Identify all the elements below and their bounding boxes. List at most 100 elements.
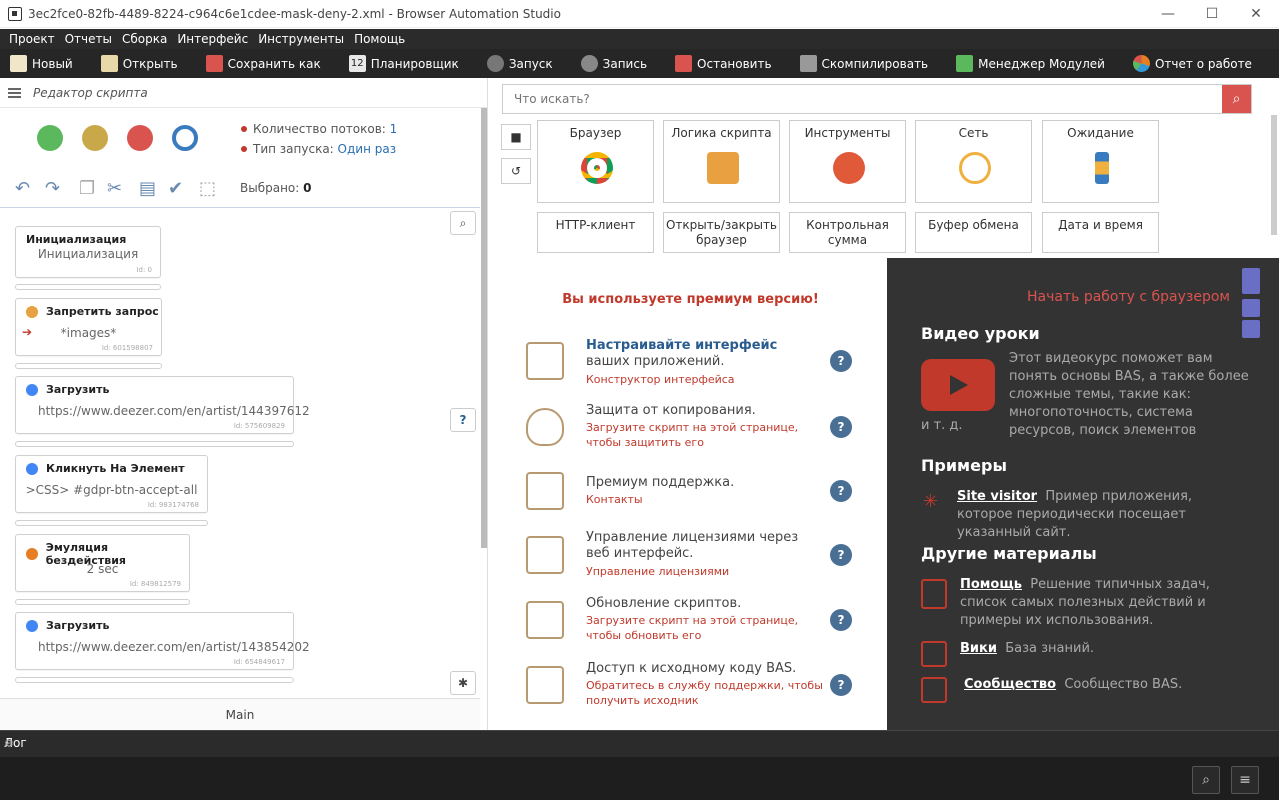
save-as-button[interactable]: Сохранить как <box>205 55 321 72</box>
undo-icon[interactable]: ↶ <box>15 178 30 199</box>
menu-build[interactable]: Сборка <box>122 32 167 46</box>
tile-browser[interactable]: Браузер <box>537 120 654 203</box>
search-icon[interactable]: ⌕ <box>1222 85 1251 113</box>
document-icon <box>921 579 947 609</box>
fullscreen-icon[interactable] <box>1242 299 1260 317</box>
tile-checksum[interactable]: Контрольная сумма <box>789 212 906 253</box>
action-block[interactable]: Запретить запрос ➔ *images* Id: 60159880… <box>15 298 162 356</box>
module-manager-button[interactable]: Менеджер Модулей <box>956 55 1105 72</box>
examples-title: Примеры <box>921 456 1007 475</box>
action-block[interactable]: Загрузить https://www.deezer.com/en/arti… <box>15 376 310 434</box>
premium-panel: Вы используете премиум версию! Настраива… <box>494 258 887 730</box>
update-script-link[interactable]: Загрузите скрипт на этой странице, чтобы… <box>586 613 826 643</box>
tile-http-client[interactable]: HTTP-клиент <box>537 212 654 253</box>
run-button[interactable]: Запуск <box>486 55 553 72</box>
menu-interface[interactable]: Интерфейс <box>177 32 248 46</box>
action-block[interactable]: Инициализация Инициализация Id: 0 <box>15 226 161 278</box>
record-button[interactable]: Запись <box>580 55 647 72</box>
menu-tools[interactable]: Инструменты <box>258 32 344 46</box>
stop-script-button[interactable] <box>127 125 153 151</box>
tile-date-time[interactable]: Дата и время <box>1042 212 1159 253</box>
help-icon[interactable]: ? <box>830 609 852 631</box>
help-icon[interactable]: ? <box>830 544 852 566</box>
editor-scrollbar[interactable] <box>481 108 487 548</box>
work-report-button[interactable]: Отчет о работе <box>1132 55 1252 72</box>
gear-icon[interactable]: ⚙ <box>4 737 1276 750</box>
hourglass-icon <box>1095 152 1109 184</box>
actions-scrollbar[interactable] <box>1271 115 1277 235</box>
close-button[interactable]: ✕ <box>1233 0 1279 28</box>
tile-script-logic[interactable]: Логика скрипта <box>663 120 780 203</box>
selection-box-icon[interactable]: ⬚ <box>199 178 216 199</box>
youtube-play-icon[interactable] <box>921 359 995 411</box>
help-icon[interactable]: ? <box>830 480 852 502</box>
video-lessons-title: Видео уроки <box>921 324 1040 343</box>
play-script-button[interactable] <box>37 125 63 151</box>
minimize-button[interactable]: — <box>1145 0 1191 28</box>
copy-icon[interactable]: ❐ <box>79 178 95 199</box>
tile-waiting[interactable]: Ожидание <box>1042 120 1159 203</box>
bookmark-icon[interactable]: ■ <box>501 124 531 150</box>
history-icon[interactable]: ↺ <box>501 158 531 184</box>
maximize-button[interactable]: ☐ <box>1189 0 1235 28</box>
editor-header: Редактор скрипта <box>0 78 488 108</box>
menu-bar: Проект Отчеты Сборка Интерфейс Инструмен… <box>0 29 1279 49</box>
help-icon[interactable]: ? <box>830 416 852 438</box>
start-browser-link[interactable]: Начать работу с браузером <box>1027 289 1230 305</box>
step-script-button[interactable] <box>82 125 108 151</box>
scheduler-button[interactable]: 12 Планировщик <box>348 55 459 72</box>
new-button[interactable]: Новый <box>10 55 73 72</box>
action-block[interactable]: Загрузить https://www.deezer.com/en/arti… <box>15 612 310 670</box>
redo-icon[interactable]: ↷ <box>45 178 60 199</box>
debug-icon[interactable]: ✱ <box>450 671 476 695</box>
block-connector <box>15 441 294 447</box>
select-all-icon[interactable]: ✔ <box>168 178 183 199</box>
wiki-link[interactable]: Вики <box>960 641 997 656</box>
actions-panel: ⌕ ■ ↺ Браузер Логика скрипта Инструменты… <box>494 78 1279 253</box>
restart-script-button[interactable] <box>172 125 198 151</box>
help-icon[interactable]: ? <box>830 350 852 372</box>
community-link[interactable]: Сообщество <box>964 677 1056 692</box>
tile-tools[interactable]: Инструменты <box>789 120 906 203</box>
protect-script-link[interactable]: Загрузите скрипт на этой странице, чтобы… <box>586 420 826 450</box>
actions-search: ⌕ <box>502 84 1252 114</box>
puzzle-icon <box>956 55 974 72</box>
search-blocks-button[interactable]: ⌕ <box>450 211 476 235</box>
source-access-link[interactable]: Обратитесь в службу поддержки, чтобы пол… <box>586 678 826 708</box>
help-link[interactable]: Помощь <box>960 577 1022 592</box>
action-block[interactable]: Кликнуть На Элемент >CSS> #gdpr-btn-acce… <box>15 455 208 513</box>
help-icon[interactable]: ? <box>450 408 476 432</box>
app-icon <box>8 6 22 21</box>
chrome-icon <box>581 152 613 184</box>
block-connector <box>15 284 161 290</box>
title-bar: 3ec2fce0-82fb-4489-8224-c964c6e1cdee-mas… <box>0 0 1279 28</box>
block-connector <box>15 677 294 683</box>
wifi-icon[interactable] <box>1242 268 1260 294</box>
gear-icon[interactable] <box>1242 320 1260 338</box>
hamburger-menu-icon[interactable] <box>8 87 21 98</box>
support-icon <box>526 472 564 510</box>
interface-builder-link[interactable]: Конструктор интерфейса <box>586 372 826 387</box>
tile-open-close-browser[interactable]: Открыть/закрыть браузер <box>663 212 780 253</box>
tile-network[interactable]: Сеть <box>915 120 1032 203</box>
open-button[interactable]: Открыть <box>100 55 178 72</box>
search-input[interactable] <box>503 85 1203 113</box>
log-search-icon[interactable]: ⌕ <box>1192 766 1220 794</box>
tab-main[interactable]: Main <box>0 698 480 730</box>
tile-clipboard[interactable]: Буфер обмена <box>915 212 1032 253</box>
compile-button[interactable]: Скомпилировать <box>799 55 928 72</box>
calendar-icon: 12 <box>348 55 366 72</box>
menu-project[interactable]: Проект <box>9 32 55 46</box>
video-desc-end: и т. д. <box>921 418 963 433</box>
menu-help[interactable]: Помощь <box>354 32 405 46</box>
log-menu-icon[interactable]: ≡ <box>1231 766 1259 794</box>
contacts-link[interactable]: Контакты <box>586 492 826 507</box>
paste-icon[interactable]: ▤ <box>139 178 156 199</box>
menu-reports[interactable]: Отчеты <box>65 32 112 46</box>
help-icon[interactable]: ? <box>830 674 852 696</box>
stop-button[interactable]: Остановить <box>675 55 772 72</box>
cut-icon[interactable]: ✂ <box>107 178 122 199</box>
site-visitor-link[interactable]: Site visitor <box>957 489 1037 504</box>
action-block[interactable]: Эмуляция бездействия 2 sec Id: 849812579 <box>15 534 190 592</box>
license-management-link[interactable]: Управление лицензиями <box>586 564 826 579</box>
